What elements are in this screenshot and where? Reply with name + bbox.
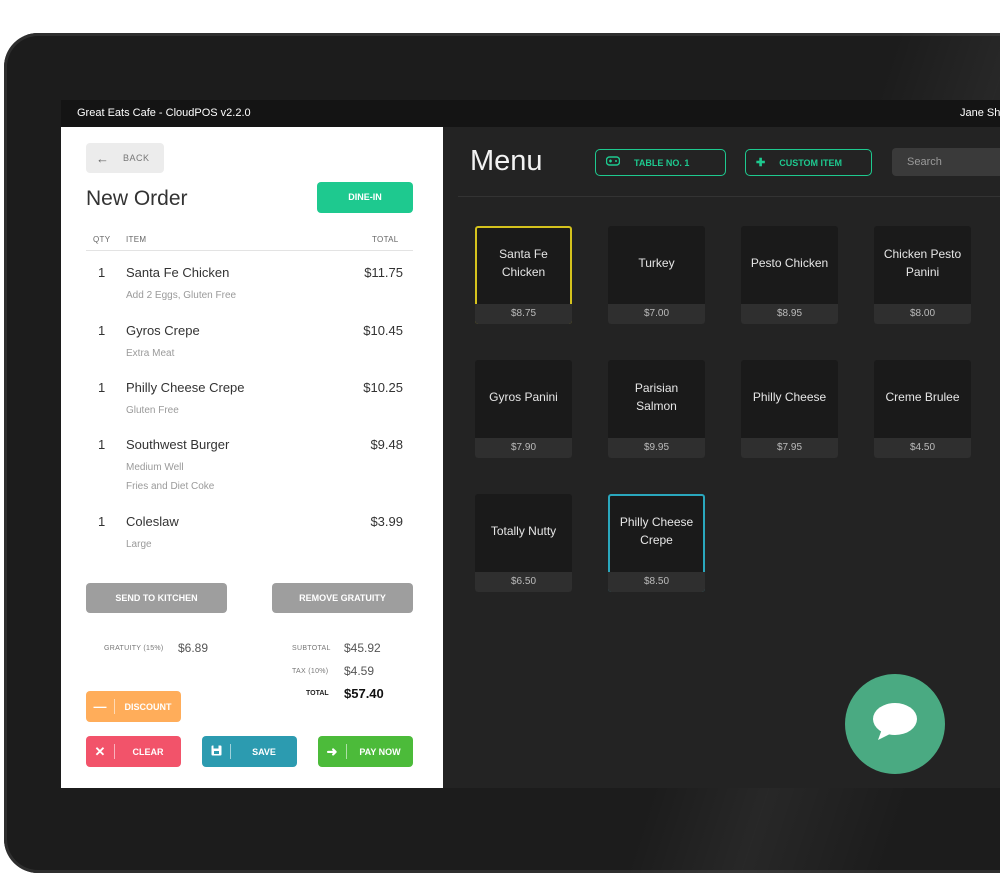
gratuity-label: GRATUITY (15%) <box>104 645 164 652</box>
column-header-item: ITEM <box>126 235 147 244</box>
tax-label: TAX (10%) <box>292 668 329 675</box>
back-button[interactable]: ← BACK <box>86 143 164 173</box>
menu-title: Menu <box>470 145 543 177</box>
menu-divider <box>458 196 1000 197</box>
arrow-left-icon: ← <box>96 150 109 166</box>
plus-icon: ✚ <box>756 157 766 169</box>
app-title: Great Eats Cafe - CloudPOS v2.2.0 <box>77 107 251 119</box>
chat-bubble-icon <box>870 700 920 749</box>
custom-item-label: CUSTOM ITEM <box>779 157 843 168</box>
item-qty: 1 <box>98 437 106 452</box>
menu-item-price: $8.75 <box>475 304 572 324</box>
total-value: $57.40 <box>344 686 384 701</box>
gratuity-value: $6.89 <box>178 641 209 655</box>
item-modifier: Gluten Free <box>126 405 179 416</box>
user-name[interactable]: Jane Sh <box>960 100 1000 127</box>
menu-item-price: $8.95 <box>741 304 838 324</box>
discount-button[interactable]: — DISCOUNT <box>86 691 181 722</box>
item-price: $9.48 <box>370 437 403 452</box>
item-price: $10.25 <box>363 380 403 395</box>
pos-screen: Great Eats Cafe - CloudPOS v2.2.0 Jane S… <box>61 100 1000 788</box>
item-price: $3.99 <box>370 514 403 529</box>
order-title: New Order <box>86 187 188 210</box>
send-to-kitchen-button[interactable]: SEND TO KITCHEN <box>86 583 227 613</box>
pay-now-label: PAY NOW <box>359 746 401 757</box>
dine-in-button[interactable]: DINE-IN <box>317 182 413 213</box>
item-price: $10.45 <box>363 323 403 338</box>
menu-item-name: Totally Nutty <box>490 524 557 538</box>
item-name: Coleslaw <box>126 514 179 529</box>
pay-now-button[interactable]: ➜ PAY NOW <box>318 736 413 767</box>
remove-gratuity-button[interactable]: REMOVE GRATUITY <box>272 583 413 613</box>
item-qty: 1 <box>98 514 106 529</box>
column-header-total: TOTAL <box>372 235 399 244</box>
menu-item-name: Philly Cheese <box>752 390 827 404</box>
minus-icon: — <box>93 699 107 714</box>
save-label: SAVE <box>252 746 276 757</box>
item-name: Gyros Crepe <box>126 323 200 338</box>
menu-item-tile[interactable]: Chicken Pesto Panini $8.00 <box>874 226 971 324</box>
total-label: TOTAL <box>306 690 329 697</box>
menu-item-tile[interactable]: Totally Nutty $6.50 <box>475 494 572 592</box>
search-input[interactable] <box>892 148 1000 176</box>
menu-item-tile[interactable]: Philly Cheese Crepe $8.50 <box>608 494 705 592</box>
header-divider <box>86 250 413 251</box>
menu-item-tile[interactable]: Turkey $7.00 <box>608 226 705 324</box>
column-header-qty: QTY <box>93 235 111 244</box>
item-qty: 1 <box>98 380 106 395</box>
menu-item-price: $7.95 <box>741 438 838 458</box>
item-name: Santa Fe Chicken <box>126 265 230 280</box>
item-name: Southwest Burger <box>126 437 230 452</box>
item-modifier: Medium Well <box>126 462 184 473</box>
menu-item-tile[interactable]: Philly Cheese $7.95 <box>741 360 838 458</box>
item-modifier: Extra Meat <box>126 348 175 359</box>
menu-item-tile[interactable]: Santa Fe Chicken $8.75 <box>475 226 572 324</box>
menu-item-price: $6.50 <box>475 572 572 592</box>
save-button[interactable]: SAVE <box>202 736 297 767</box>
back-label: BACK <box>123 153 150 163</box>
order-panel: ← BACK New Order DINE-IN QTY ITEM TOTAL … <box>61 127 443 788</box>
item-qty: 1 <box>98 323 106 338</box>
arrow-right-icon: ➜ <box>326 743 338 759</box>
menu-item-price: $8.50 <box>608 572 705 592</box>
menu-item-name: Chicken Pesto Panini <box>883 247 962 279</box>
subtotal-value: $45.92 <box>344 641 381 655</box>
tax-value: $4.59 <box>344 664 375 678</box>
menu-item-name: Gyros Panini <box>489 390 558 404</box>
item-price: $11.75 <box>364 265 403 280</box>
discount-label: DISCOUNT <box>124 701 172 712</box>
close-icon: ✕ <box>94 743 106 759</box>
item-qty: 1 <box>98 265 106 280</box>
menu-item-name: Parisian Salmon <box>634 381 679 413</box>
table-number-label: TABLE NO. 1 <box>634 157 690 168</box>
subtotal-label: SUBTOTAL <box>292 645 331 652</box>
menu-item-price: $8.00 <box>874 304 971 324</box>
menu-item-price: $4.50 <box>874 438 971 458</box>
gamepad-icon <box>605 156 621 169</box>
menu-item-tile[interactable]: Parisian Salmon $9.95 <box>608 360 705 458</box>
menu-item-name: Philly Cheese Crepe <box>619 515 694 547</box>
menu-item-name: Turkey <box>638 256 675 270</box>
menu-item-price: $7.90 <box>475 438 572 458</box>
chat-button[interactable] <box>845 674 945 774</box>
menu-item-price: $7.00 <box>608 304 705 324</box>
menu-item-tile[interactable]: Creme Brulee $4.50 <box>874 360 971 458</box>
item-modifier: Fries and Diet Coke <box>126 481 215 492</box>
item-name: Philly Cheese Crepe <box>126 380 245 395</box>
menu-item-name: Creme Brulee <box>885 390 960 404</box>
custom-item-button[interactable]: ✚ CUSTOM ITEM <box>745 149 872 176</box>
menu-item-tile[interactable]: Gyros Panini $7.90 <box>475 360 572 458</box>
menu-item-name: Pesto Chicken <box>750 256 829 270</box>
item-modifier: Add 2 Eggs, Gluten Free <box>126 290 237 301</box>
clear-label: CLEAR <box>132 746 164 757</box>
menu-item-price: $9.95 <box>608 438 705 458</box>
menu-item-tile[interactable]: Pesto Chicken $8.95 <box>741 226 838 324</box>
menu-item-name: Santa Fe Chicken <box>499 247 548 279</box>
clear-button[interactable]: ✕ CLEAR <box>86 736 181 767</box>
floppy-disk-icon <box>202 744 230 759</box>
title-bar: Great Eats Cafe - CloudPOS v2.2.0 Jane S… <box>61 100 1000 127</box>
item-modifier: Large <box>126 539 152 550</box>
table-number-button[interactable]: TABLE NO. 1 <box>595 149 726 176</box>
